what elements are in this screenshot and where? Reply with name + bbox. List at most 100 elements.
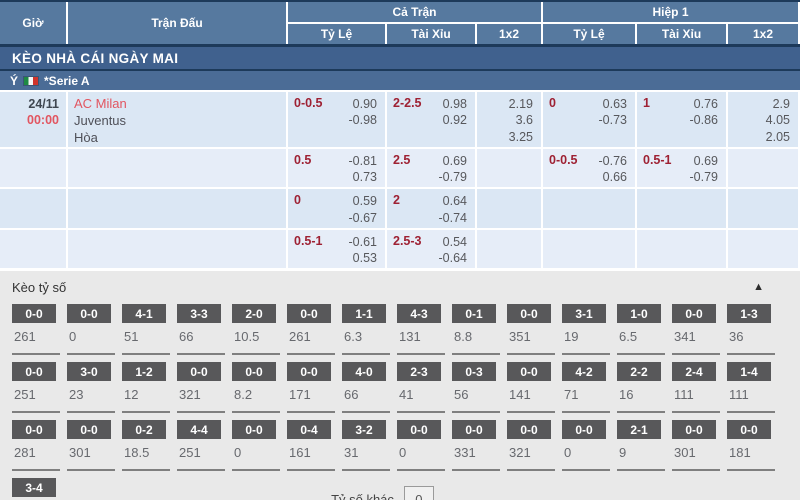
score-cell: 0-0321 bbox=[177, 355, 225, 413]
h1-handicap-cell[interactable]: 00.63-0.73 bbox=[543, 92, 635, 147]
odds-values: 0.90-0.98 bbox=[349, 96, 378, 129]
score-button[interactable]: 3-3 bbox=[177, 304, 221, 323]
handicap-line: 2-2.5 bbox=[393, 96, 422, 110]
ft-1x2-cell[interactable]: 2.193.63.25 bbox=[477, 92, 541, 147]
h1-1x2-cell[interactable]: 2.94.052.05 bbox=[728, 92, 798, 147]
score-cell: 0-0301 bbox=[67, 413, 115, 471]
score-cell: 3-119 bbox=[562, 297, 610, 355]
col-header-h1-1x2: 1x2 bbox=[728, 24, 798, 44]
score-cell: 0-0331 bbox=[452, 413, 500, 471]
ft-handicap-cell[interactable]: 00.59-0.67 bbox=[288, 189, 385, 228]
score-cell: 0-00 bbox=[232, 413, 280, 471]
home-team-link[interactable]: AC Milan bbox=[74, 96, 286, 113]
col-header-ft-over-under: Tài Xỉu bbox=[387, 24, 475, 44]
score-button[interactable]: 3-0 bbox=[67, 362, 111, 381]
other-score-box[interactable]: 0 bbox=[404, 486, 434, 500]
score-button[interactable]: 0-0 bbox=[452, 420, 496, 439]
away-team-link[interactable]: Juventus bbox=[74, 113, 286, 130]
score-button[interactable]: 0-0 bbox=[12, 304, 56, 323]
score-button[interactable]: 0-0 bbox=[562, 420, 606, 439]
score-button[interactable]: 2-1 bbox=[617, 420, 661, 439]
score-odds-value: 56 bbox=[452, 381, 500, 402]
score-button[interactable]: 0-0 bbox=[507, 304, 551, 323]
score-cell: 0-0321 bbox=[507, 413, 555, 471]
odds-value: 0.92 bbox=[443, 112, 467, 128]
h1-handicap-cell[interactable]: 0-0.5-0.760.66 bbox=[543, 149, 635, 188]
match-cell[interactable]: AC MilanJuventusHòa bbox=[68, 92, 286, 147]
score-button[interactable]: 0-0 bbox=[67, 304, 111, 323]
score-button[interactable]: 0-0 bbox=[397, 420, 441, 439]
draw-label[interactable]: Hòa bbox=[74, 130, 286, 147]
score-button[interactable]: 1-4 bbox=[727, 362, 771, 381]
score-button[interactable]: 2-0 bbox=[232, 304, 276, 323]
score-button[interactable]: 2-3 bbox=[397, 362, 441, 381]
score-button[interactable]: 4-4 bbox=[177, 420, 221, 439]
score-button[interactable]: 0-0 bbox=[287, 362, 331, 381]
col-header-time: Giờ bbox=[0, 2, 66, 44]
h1-over-under-cell bbox=[637, 189, 726, 228]
match-time: 00:00 bbox=[0, 112, 59, 128]
odds-value: 4.05 bbox=[766, 112, 790, 128]
score-button[interactable]: 0-0 bbox=[232, 420, 276, 439]
score-odds-value: 251 bbox=[12, 381, 60, 402]
ft-handicap-cell[interactable]: 0.5-1-0.610.53 bbox=[288, 230, 385, 269]
col-header-ft-odds: Tỷ Lệ bbox=[288, 24, 385, 44]
score-button[interactable]: 3-1 bbox=[562, 304, 606, 323]
score-button[interactable]: 0-2 bbox=[122, 420, 166, 439]
ft-over-under-cell[interactable]: 20.64-0.74 bbox=[387, 189, 475, 228]
score-button[interactable]: 1-2 bbox=[122, 362, 166, 381]
score-button[interactable]: 4-3 bbox=[397, 304, 441, 323]
ft-handicap-cell[interactable]: 0.5-0.810.73 bbox=[288, 149, 385, 188]
handicap-line: 0.5 bbox=[294, 153, 311, 167]
h1-over-under-cell[interactable]: 0.5-10.69-0.79 bbox=[637, 149, 726, 188]
score-cell: 1-4111 bbox=[727, 355, 775, 413]
ft-over-under-cell[interactable]: 2.50.69-0.79 bbox=[387, 149, 475, 188]
score-button[interactable]: 0-0 bbox=[727, 420, 771, 439]
score-button[interactable]: 0-4 bbox=[287, 420, 331, 439]
handicap-line: 0-0.5 bbox=[294, 96, 323, 110]
score-odds-value: 321 bbox=[507, 439, 555, 460]
ft-handicap-cell[interactable]: 0-0.5 0.90-0.98 bbox=[288, 92, 385, 147]
score-button[interactable]: 4-0 bbox=[342, 362, 386, 381]
h1-over-under-cell[interactable]: 10.76-0.86 bbox=[637, 92, 726, 147]
score-button[interactable]: 0-0 bbox=[672, 304, 716, 323]
ft-over-under-cell[interactable]: 2.5-30.54-0.64 bbox=[387, 230, 475, 269]
score-button[interactable]: 4-1 bbox=[122, 304, 166, 323]
score-button[interactable]: 0-0 bbox=[232, 362, 276, 381]
score-button[interactable]: 3-4 bbox=[12, 478, 56, 497]
score-button[interactable]: 0-0 bbox=[507, 420, 551, 439]
score-button[interactable]: 1-3 bbox=[727, 304, 771, 323]
score-button[interactable]: 4-2 bbox=[562, 362, 606, 381]
score-button[interactable]: 2-2 bbox=[617, 362, 661, 381]
odds-value: -0.86 bbox=[690, 112, 719, 128]
ft-over-under-cell[interactable]: 2-2.50.980.92 bbox=[387, 92, 475, 147]
score-button[interactable]: 1-1 bbox=[342, 304, 386, 323]
collapse-arrow-icon[interactable]: ▲ bbox=[753, 281, 764, 293]
score-grid: 0-02610-004-1513-3662-010.50-02611-16.34… bbox=[12, 297, 800, 500]
h1-over-under-cell bbox=[637, 230, 726, 269]
score-button[interactable]: 0-0 bbox=[672, 420, 716, 439]
score-cell: 3-023 bbox=[67, 355, 115, 413]
score-button[interactable]: 0-0 bbox=[287, 304, 331, 323]
score-cell: 1-16.3 bbox=[342, 297, 390, 355]
score-button[interactable]: 1-0 bbox=[617, 304, 661, 323]
score-button[interactable]: 0-3 bbox=[452, 362, 496, 381]
score-cell: 1-06.5 bbox=[617, 297, 665, 355]
score-odds-value: 111 bbox=[672, 381, 720, 402]
score-cell: 3-231 bbox=[342, 413, 390, 471]
score-button[interactable]: 0-0 bbox=[12, 420, 56, 439]
score-odds-value: 0 bbox=[562, 439, 610, 460]
score-button[interactable]: 0-0 bbox=[507, 362, 551, 381]
score-odds-value: 111 bbox=[727, 381, 775, 402]
score-cell: 0-00 bbox=[67, 297, 115, 355]
score-button[interactable]: 0-0 bbox=[12, 362, 56, 381]
odds-value: 0.90 bbox=[349, 96, 378, 112]
score-button[interactable]: 0-0 bbox=[177, 362, 221, 381]
score-button[interactable]: 0-1 bbox=[452, 304, 496, 323]
odds-value: -0.76 bbox=[599, 153, 628, 169]
score-button[interactable]: 2-4 bbox=[672, 362, 716, 381]
score-odds-value: 36 bbox=[727, 323, 775, 344]
score-button[interactable]: 3-2 bbox=[342, 420, 386, 439]
score-odds-value: 0 bbox=[232, 439, 280, 460]
score-button[interactable]: 0-0 bbox=[67, 420, 111, 439]
